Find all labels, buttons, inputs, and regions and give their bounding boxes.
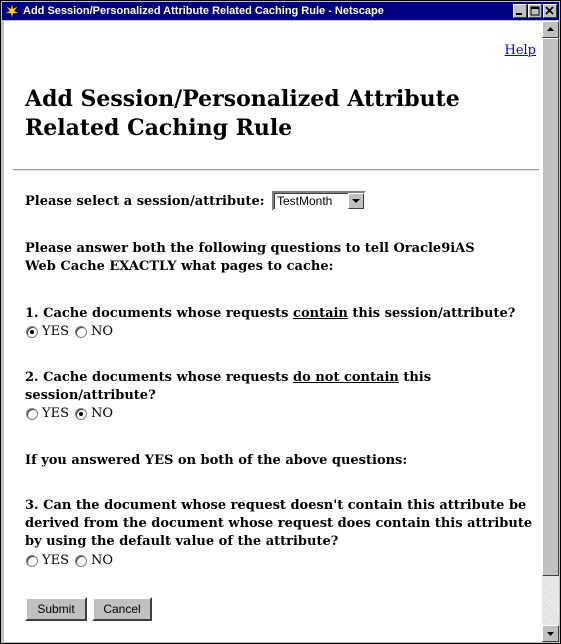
arrow-down-icon	[547, 632, 554, 636]
window-title: Add Session/Personalized Attribute Relat…	[23, 5, 384, 17]
q1-yes-label: YES	[42, 324, 69, 339]
page-viewport: Help Add Session/Personalized Attribute …	[4, 21, 542, 642]
question-2-options: YES NO	[26, 406, 119, 421]
q1-no-radio[interactable]	[74, 325, 87, 338]
q3-yes-radio[interactable]	[26, 554, 38, 567]
question-2-emphasis: do not contain	[293, 370, 399, 385]
q1-no-label: NO	[90, 324, 114, 339]
question-1-emphasis: contain	[293, 306, 348, 321]
q1-yes-radio[interactable]	[26, 325, 38, 338]
netscape-icon	[5, 4, 19, 18]
scroll-up-button[interactable]	[542, 21, 559, 38]
help-link[interactable]: Help	[504, 43, 536, 58]
select-value: TestMonth	[277, 194, 333, 208]
close-button[interactable]	[543, 4, 557, 18]
q2-yes-label: YES	[42, 406, 69, 421]
chevron-down-icon	[352, 199, 360, 203]
cancel-button[interactable]: Cancel	[92, 597, 152, 621]
maximize-icon	[530, 6, 540, 16]
q2-yes-radio[interactable]	[26, 407, 38, 420]
question-1-prefix: 1. Cache documents whose requests	[25, 306, 294, 321]
q3-no-radio[interactable]	[74, 554, 87, 567]
scroll-thumb[interactable]	[542, 38, 559, 576]
question-2: 2. Cache documents whose requests do not…	[25, 369, 485, 405]
q3-no-label: NO	[90, 553, 114, 568]
submit-button[interactable]: Submit	[25, 597, 87, 621]
maximize-button[interactable]	[528, 4, 542, 18]
close-icon	[545, 6, 554, 15]
attribute-select[interactable]: TestMonth	[272, 191, 366, 211]
q2-no-radio[interactable]	[74, 407, 87, 420]
condition-text: If you answered YES on both of the above…	[25, 453, 408, 468]
dropdown-button[interactable]	[348, 193, 364, 209]
minimize-icon	[516, 13, 522, 15]
select-label: Please select a session/attribute:	[25, 194, 265, 209]
question-3-options: YES NO	[26, 553, 119, 568]
divider	[13, 169, 539, 172]
question-1-suffix: this session/attribute?	[347, 306, 516, 321]
page-title: Add Session/Personalized Attribute Relat…	[25, 86, 460, 141]
intro-text: Please answer both the following questio…	[25, 241, 475, 274]
scroll-down-button[interactable]	[542, 625, 559, 642]
question-2-prefix: 2. Cache documents whose requests	[25, 370, 294, 385]
title-bar[interactable]: Add Session/Personalized Attribute Relat…	[2, 2, 559, 20]
vertical-scrollbar[interactable]	[542, 21, 559, 642]
question-1: 1. Cache documents whose requests contai…	[25, 305, 525, 323]
question-3: 3. Can the document whose request doesn'…	[25, 498, 533, 549]
q2-no-label: NO	[90, 406, 114, 421]
q3-yes-label: YES	[42, 553, 69, 568]
question-1-options: YES NO	[26, 324, 119, 339]
minimize-button[interactable]	[513, 4, 527, 18]
browser-window: Add Session/Personalized Attribute Relat…	[0, 0, 561, 644]
arrow-up-icon	[547, 27, 554, 31]
